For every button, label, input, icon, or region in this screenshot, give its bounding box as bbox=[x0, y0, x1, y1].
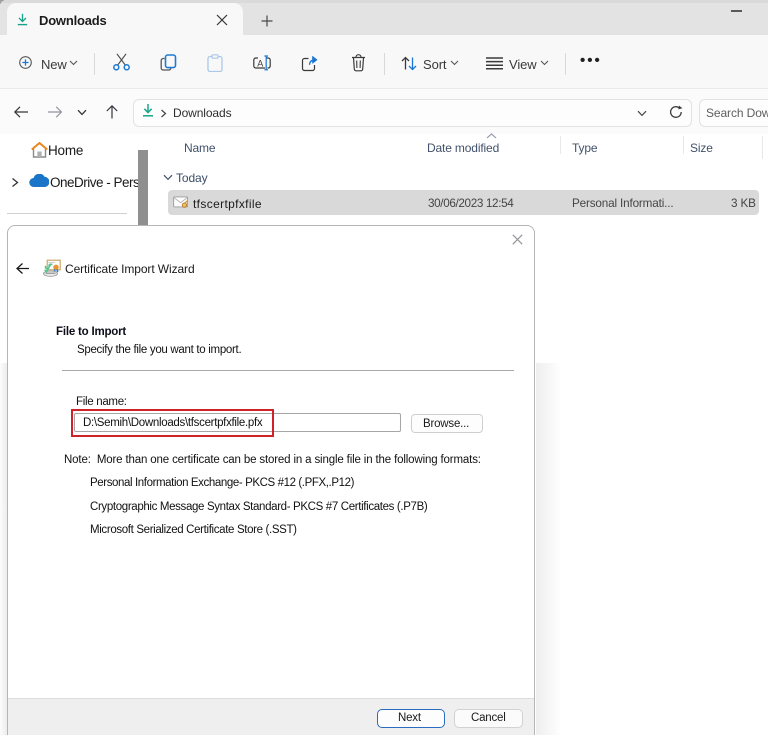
svg-text:A: A bbox=[257, 58, 263, 68]
